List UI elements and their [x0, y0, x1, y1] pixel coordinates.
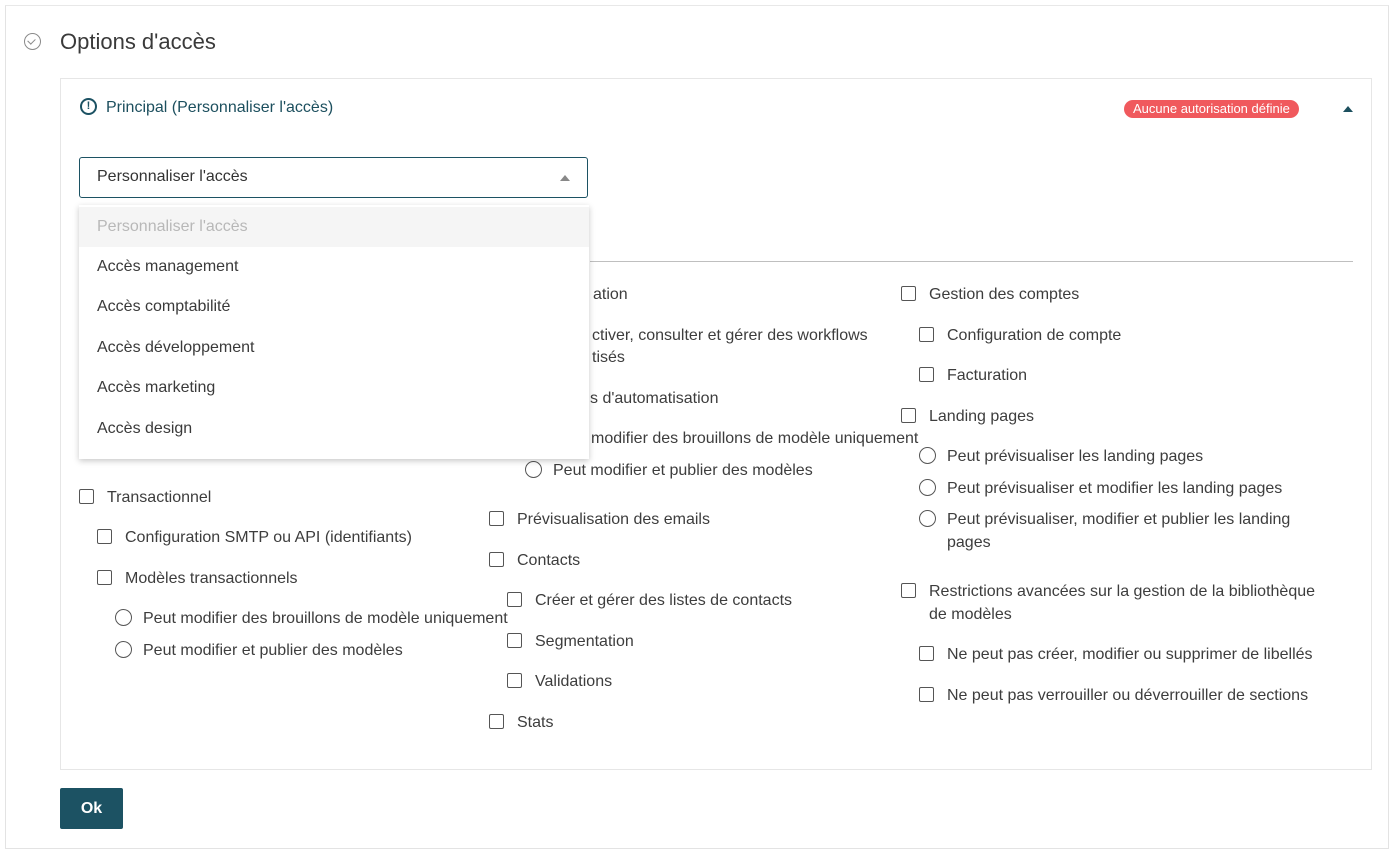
radio[interactable]: [115, 609, 132, 626]
checkbox[interactable]: [489, 714, 504, 729]
divider: [590, 261, 1353, 262]
option-label: Créer et gérer des listes de contacts: [535, 592, 793, 609]
checkbox[interactable]: [919, 687, 934, 702]
checkbox[interactable]: [901, 408, 916, 423]
checkbox[interactable]: [919, 646, 934, 661]
access-profile-dropdown: Personnaliser l'accès Accès management A…: [79, 205, 589, 459]
option-label: Validations: [535, 673, 613, 690]
checkbox[interactable]: [507, 633, 522, 648]
dropdown-option[interactable]: Accès comptabilité: [79, 287, 589, 327]
radio[interactable]: [919, 479, 936, 496]
option-label: Gestion des comptes: [929, 286, 1080, 303]
option-label: Contacts: [517, 552, 581, 569]
option-label: ctiver, consulter et gérer des workflows: [592, 327, 868, 344]
panel-title[interactable]: Principal (Personnaliser l'accès): [106, 99, 333, 117]
check-circle-icon: [24, 33, 41, 50]
option-label: Configuration de compte: [947, 327, 1122, 344]
checkbox[interactable]: [919, 327, 934, 342]
ok-button[interactable]: Ok: [60, 788, 123, 829]
radio[interactable]: [115, 641, 132, 658]
radio[interactable]: [919, 510, 936, 527]
option-label: Ne peut pas verrouiller ou déverrouiller…: [947, 687, 1309, 704]
option-label: Peut prévisualiser, modifier et publier …: [947, 511, 1291, 551]
checkbox[interactable]: [507, 592, 522, 607]
dropdown-option-label: Accès design: [97, 420, 193, 437]
caret-up-icon: [560, 175, 570, 181]
option-label: Prévisualisation des emails: [517, 511, 710, 528]
checkbox[interactable]: [919, 367, 934, 382]
dropdown-option-label: Personnaliser l'accès: [97, 218, 248, 235]
dropdown-option[interactable]: Accès management: [79, 247, 589, 287]
dropdown-option[interactable]: Accès marketing: [79, 368, 589, 408]
dropdown-option-label: Accès marketing: [97, 379, 216, 396]
dropdown-option[interactable]: Personnaliser l'accès: [79, 207, 589, 247]
option-label: ation: [593, 286, 628, 303]
option-label: Peut prévisualiser les landing pages: [947, 448, 1204, 465]
option-label: Stats: [517, 714, 554, 731]
access-profile-select[interactable]: Personnaliser l'accès: [79, 157, 588, 198]
option-label: modifier des brouillons de modèle unique…: [591, 430, 919, 447]
option-label: Configuration SMTP ou API (identifiants): [125, 529, 412, 546]
option-label: Modèles transactionnels: [125, 570, 298, 587]
option-label: Transactionnel: [107, 489, 212, 506]
option-label: s d'automatisation: [590, 390, 719, 407]
checkbox[interactable]: [901, 583, 916, 598]
option-label: Peut modifier et publier des modèles: [553, 462, 813, 479]
section-title: Options d'accès: [60, 29, 216, 54]
collapse-caret-icon[interactable]: [1343, 106, 1353, 112]
option-label: Peut modifier des brouillons de modèle u…: [143, 610, 508, 627]
dropdown-option-label: Accès comptabilité: [97, 298, 231, 315]
dropdown-option-label: Accès développement: [97, 339, 255, 356]
checkbox[interactable]: [79, 489, 94, 504]
checkbox[interactable]: [97, 529, 112, 544]
option-label: Restrictions avancées sur la gestion de …: [929, 583, 1316, 623]
checkbox[interactable]: [489, 511, 504, 526]
radio[interactable]: [919, 447, 936, 464]
option-label: Peut prévisualiser et modifier les landi…: [947, 480, 1283, 497]
checkbox[interactable]: [507, 673, 522, 688]
dropdown-option-label: Accès management: [97, 258, 239, 275]
option-label: Facturation: [947, 367, 1028, 384]
radio[interactable]: [525, 461, 542, 478]
option-label: Landing pages: [929, 408, 1034, 425]
dropdown-option[interactable]: Accès design: [79, 409, 589, 449]
checkbox[interactable]: [489, 552, 504, 567]
warning-circle-icon: !: [80, 98, 97, 115]
option-label: Peut modifier et publier des modèles: [143, 642, 403, 659]
dropdown-option[interactable]: Accès développement: [79, 328, 589, 368]
status-badge: Aucune autorisation définie: [1124, 100, 1299, 118]
select-value: Personnaliser l'accès: [97, 168, 248, 185]
checkbox[interactable]: [97, 570, 112, 585]
option-label: Ne peut pas créer, modifier ou supprimer…: [947, 646, 1313, 663]
option-label: tisés: [592, 349, 625, 366]
option-label: Segmentation: [535, 633, 634, 650]
checkbox[interactable]: [901, 286, 916, 301]
